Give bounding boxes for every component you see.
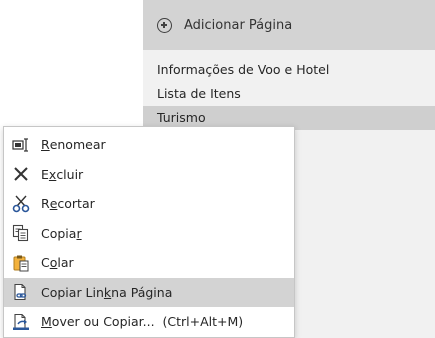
- rename-icon: [11, 135, 31, 155]
- page-item-informacoes[interactable]: Informações de Voo e Hotel: [143, 58, 435, 82]
- menu-item-label: Co lar: [41, 255, 74, 271]
- delete-x-icon: [11, 164, 31, 184]
- add-page-label: Adicionar Página: [184, 17, 293, 33]
- menu-item-copiar[interactable]: Copia r: [4, 219, 294, 249]
- menu-item-label: Re cortar: [41, 196, 95, 212]
- menu-item-label: Renomear: [41, 137, 106, 153]
- menu-item-label: Ex cluir: [41, 166, 84, 182]
- scissors-icon: [11, 194, 31, 214]
- copy-icon: [11, 223, 31, 243]
- page-item-lista[interactable]: Lista de Itens: [143, 82, 435, 106]
- menu-item-copiar-link[interactable]: Copiar Lin k na Página: [4, 277, 294, 307]
- menu-item-label: Copiar Lin k na Página: [41, 284, 173, 300]
- plus-circle-icon: [157, 17, 172, 33]
- copy-link-icon: [11, 282, 31, 302]
- page-list: Informações de Voo e Hotel Lista de Iten…: [143, 58, 435, 130]
- menu-item-colar[interactable]: Co lar: [4, 248, 294, 278]
- context-menu: Renomear Ex cluir Re cortar Copia r C o …: [3, 126, 295, 338]
- menu-item-label: Mover ou Copiar... (Ctrl+Alt+M): [41, 314, 244, 330]
- add-page-button[interactable]: Adicionar Página: [143, 0, 435, 50]
- menu-item-excluir[interactable]: Ex cluir: [4, 160, 294, 190]
- menu-item-recortar[interactable]: Re cortar: [4, 189, 294, 219]
- menu-item-mover-copiar[interactable]: Mover ou Copiar... (Ctrl+Alt+M): [4, 307, 294, 337]
- paste-icon: [11, 253, 31, 273]
- menu-item-renomear[interactable]: Renomear: [4, 130, 294, 160]
- menu-item-label: Copia r: [41, 225, 82, 241]
- move-copy-icon: [11, 312, 31, 332]
